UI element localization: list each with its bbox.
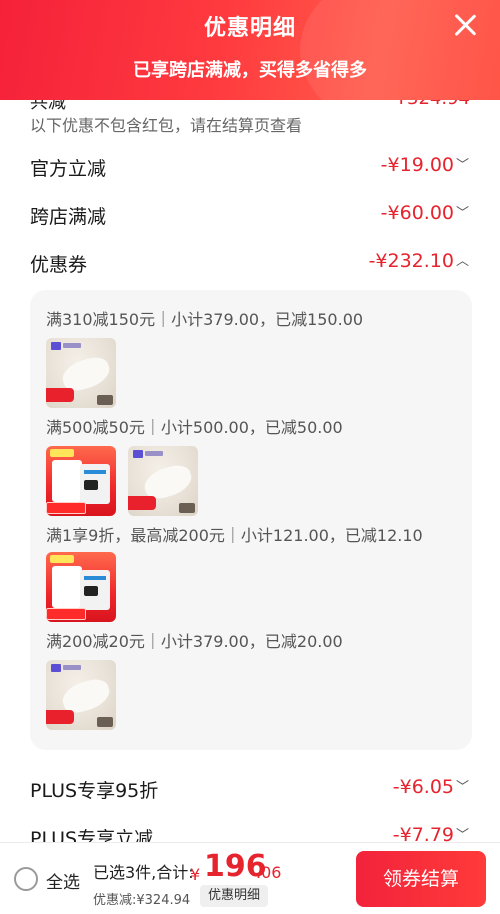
discount-details: 共减 -¥324.94 以下优惠不包含红包，请在结算页查看 官方立减 -¥19.… <box>0 100 500 842</box>
row-cross-store[interactable]: 跨店满减 -¥60.00 ﹀ <box>30 198 470 230</box>
select-all-label[interactable]: 全选 <box>46 868 80 893</box>
coupon-tier: 满310减150元｜小计379.00，已减150.00 <box>46 310 364 329</box>
chevron-down-icon[interactable]: ﹀ <box>456 204 470 224</box>
row-amount: -¥19.00 <box>380 154 454 176</box>
row-label: 跨店满减 <box>30 206 107 228</box>
row-plus-discount[interactable]: PLUS专享立减 -¥7.79 ﹀ <box>30 820 470 842</box>
page-title: 优惠明细 <box>203 16 296 41</box>
product-thumb[interactable] <box>46 660 116 730</box>
product-thumb[interactable] <box>128 446 198 516</box>
coupon-tier: 满1享9折，最高减200元｜小计121.00，已减12.10 <box>46 526 423 545</box>
row-amount: -¥7.79 <box>392 824 454 842</box>
discount-total: 优惠减:¥324.94 <box>93 893 191 908</box>
row-label: 优惠券 <box>30 254 88 276</box>
product-thumb[interactable] <box>46 446 116 516</box>
row-label: PLUS专享95折 <box>30 780 159 802</box>
product-thumb[interactable] <box>46 552 116 622</box>
checkout-button[interactable]: 领券结算 <box>356 851 486 907</box>
row-label: PLUS专享立减 <box>30 828 154 842</box>
row-plus-95[interactable]: PLUS专享95折 -¥6.05 ﹀ <box>30 772 470 804</box>
total-decimal: .06 <box>256 863 282 882</box>
row-coupon[interactable]: 优惠券 -¥232.10 ︿ <box>30 246 470 278</box>
discount-detail-button[interactable]: 优惠明细 <box>200 885 269 907</box>
notice-text: 以下优惠不包含红包，请在结算页查看 <box>30 116 303 135</box>
product-thumb[interactable] <box>46 338 116 408</box>
row-official-discount[interactable]: 官方立减 -¥19.00 ﹀ <box>30 150 470 182</box>
header: 优惠明细 已享跨店满减，买得多省得多 <box>0 0 500 100</box>
total-discount-amount: -¥324.94 <box>389 100 470 109</box>
row-label: 官方立减 <box>30 158 107 180</box>
chevron-down-icon[interactable]: ﹀ <box>456 778 470 798</box>
coupon-tier: 满200减20元｜小计379.00，已减20.00 <box>46 632 343 651</box>
coupon-tier: 满500减50元｜小计500.00，已减50.00 <box>46 418 343 437</box>
coupon-panel: 满310减150元｜小计379.00，已减150.00 满500减50元｜小计5… <box>30 290 472 750</box>
header-subtitle: 已享跨店满减，买得多省得多 <box>133 60 367 81</box>
select-all-radio[interactable] <box>14 867 38 891</box>
selection-summary: 已选3件,合计: <box>93 863 194 882</box>
row-amount: -¥6.05 <box>392 776 454 798</box>
close-icon[interactable] <box>452 12 478 38</box>
row-amount: -¥60.00 <box>380 202 454 224</box>
row-amount: -¥232.10 <box>368 250 454 272</box>
currency-symbol: ¥ <box>190 865 201 884</box>
chevron-down-icon[interactable]: ﹀ <box>456 156 470 176</box>
chevron-up-icon[interactable]: ︿ <box>456 252 470 272</box>
total-discount-row: 共减 -¥324.94 <box>30 100 470 113</box>
chevron-down-icon[interactable]: ﹀ <box>456 826 470 842</box>
checkout-bar: 全选 已选3件,合计: ¥ 196 .06 优惠减:¥324.94 优惠明细 领… <box>0 842 500 914</box>
